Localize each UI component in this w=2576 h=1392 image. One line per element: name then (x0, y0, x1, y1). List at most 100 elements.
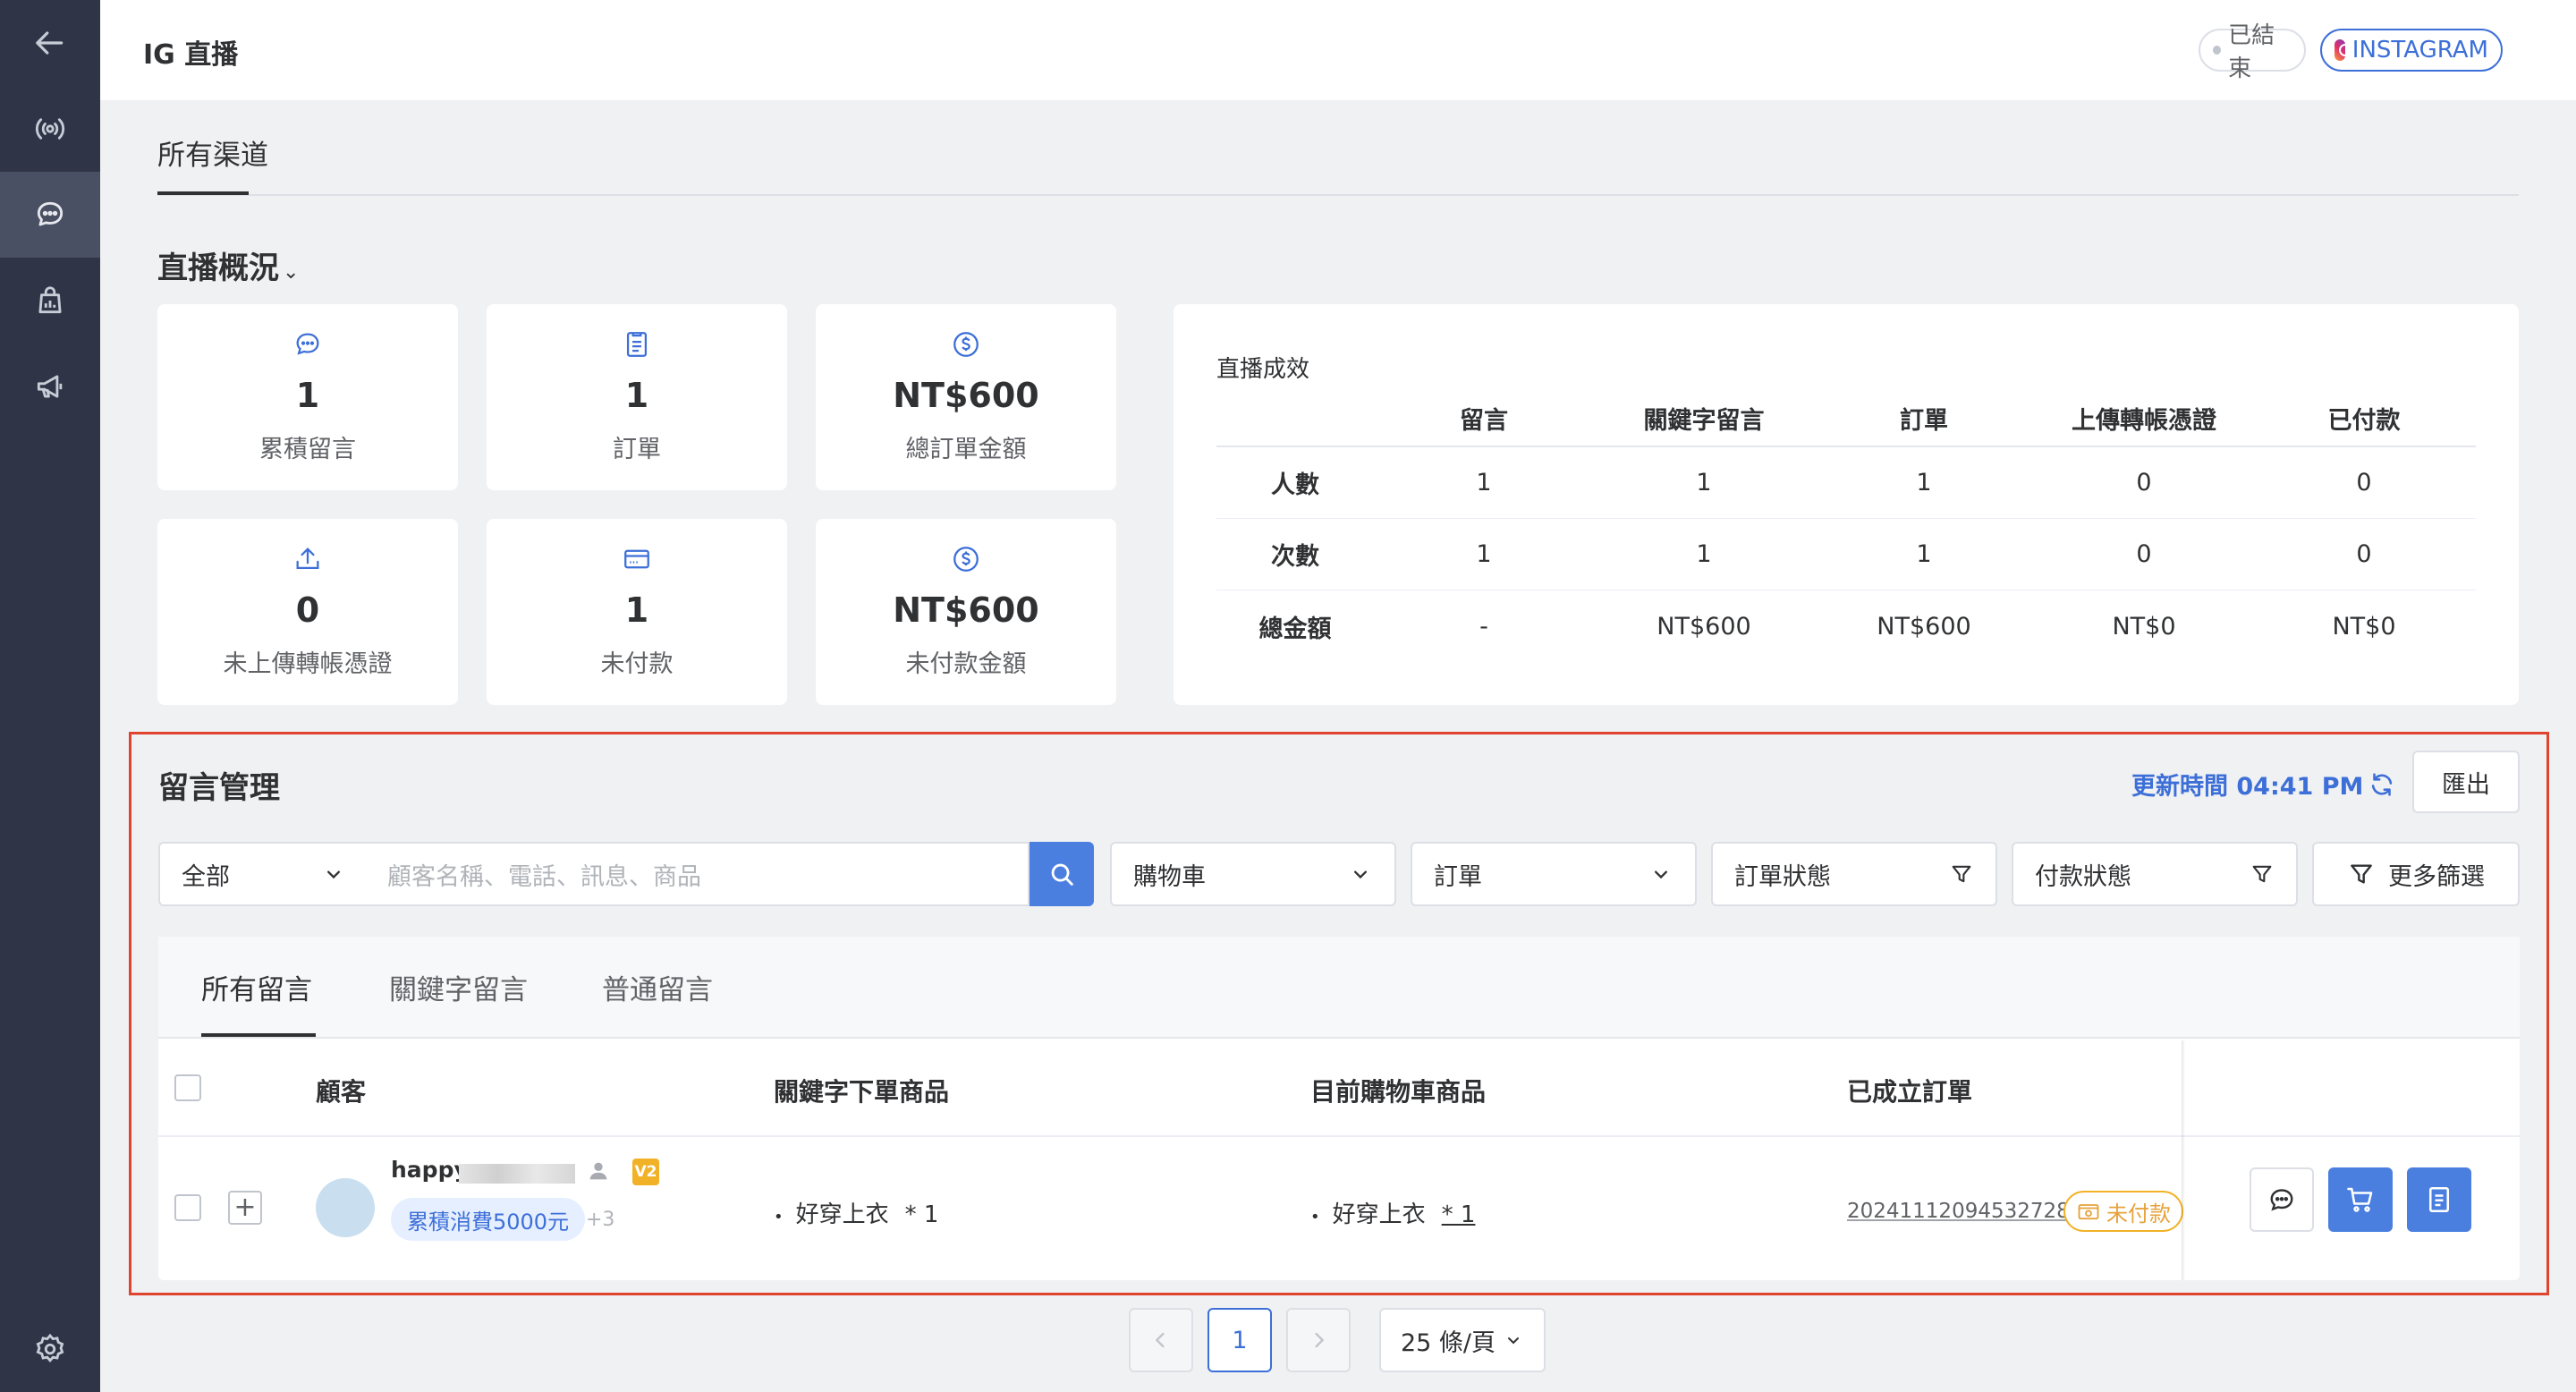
performance-cell: 0 (2356, 540, 2372, 568)
performance-title: 直播成效 (1216, 356, 1310, 383)
performance-row: 次數 1 1 1 0 0 (1216, 519, 2476, 590)
add-to-cart-button[interactable] (2328, 1167, 2393, 1232)
status-badge: 已結束 (2199, 22, 2306, 82)
performance-column-header: 訂單 (1900, 406, 1948, 435)
page-number-button[interactable]: 1 (1208, 1308, 1272, 1372)
cart-filter-select[interactable]: 購物車 (1110, 842, 1396, 906)
chevron-right-icon (1315, 1332, 1325, 1348)
tab-all-comments[interactable]: 所有留言 (201, 967, 312, 1007)
chevron-down-icon (1508, 1337, 1520, 1345)
payment-status-filter[interactable]: 付款狀態 (2012, 842, 2298, 906)
search-icon (1051, 863, 1073, 886)
column-header-customer: 顧客 (316, 1077, 367, 1107)
column-header-cart-items: 目前購物車商品 (1310, 1077, 1487, 1107)
gear-icon (36, 1333, 64, 1362)
sidebar-item-marketing[interactable] (0, 344, 100, 429)
shop-icon (38, 286, 62, 314)
performance-table: 留言 關鍵字留言 訂單 上傳轉帳憑證 已付款 人數 1 1 1 0 0 次數 1… (1216, 390, 2476, 662)
next-page-button[interactable] (1286, 1308, 1351, 1372)
performance-cell: 0 (2136, 540, 2152, 568)
stat-label: 累積留言 (259, 436, 356, 463)
page-size-select[interactable]: 25 條/頁 (1379, 1308, 1546, 1372)
payment-status-filter-label: 付款狀態 (2035, 862, 2131, 891)
performance-cell: NT$600 (1877, 612, 1971, 641)
table-header: 顧客 關鍵字下單商品 目前購物車商品 已成立訂單 (158, 1040, 2520, 1137)
sidebar-item-settings[interactable] (0, 1306, 100, 1392)
cart-item: • 好穿上衣 * 1 (1310, 1196, 1475, 1229)
chat-bubble-icon (37, 201, 64, 226)
chat-bubble-icon (2270, 1189, 2293, 1211)
scope-select-value: 全部 (182, 862, 230, 891)
stat-label: 未上傳轉帳憑證 (223, 650, 393, 678)
sidebar-item-live[interactable] (0, 86, 100, 172)
keyword-item: • 好穿上衣 * 1 (774, 1196, 938, 1229)
scope-select[interactable]: 全部 (158, 842, 369, 906)
search-input[interactable]: 顧客名稱、電話、訊息、商品 (368, 842, 1030, 906)
more-tags-count[interactable]: +3 (586, 1209, 614, 1231)
tab-keyword-comments[interactable]: 關鍵字留言 (389, 967, 528, 1007)
stat-card-orders: 1 訂單 (487, 304, 787, 490)
status-label: 已結束 (2228, 22, 2275, 82)
performance-column-header: 留言 (1460, 406, 1508, 435)
performance-row-label: 人數 (1271, 471, 1319, 499)
comment-tabs: 所有留言 關鍵字留言 普通留言 (158, 937, 2520, 1039)
broadcast-icon (35, 118, 65, 140)
order-number-link[interactable]: 20241112094532728 (1847, 1200, 2070, 1223)
reply-message-button[interactable] (2250, 1167, 2314, 1232)
stat-label: 未付款金額 (905, 650, 1027, 678)
more-filters-button[interactable]: 更多篩選 (2312, 842, 2520, 906)
channel-tab-indicator (157, 191, 249, 195)
performance-cell: 1 (1696, 540, 1712, 568)
expand-row-button[interactable]: + (228, 1191, 262, 1225)
megaphone-icon (37, 375, 63, 398)
clipboard-icon (626, 332, 648, 357)
performance-row-label: 總金額 (1258, 615, 1332, 643)
redacted-name-block (459, 1164, 575, 1184)
prev-page-button[interactable] (1129, 1308, 1193, 1372)
status-dot-icon (2213, 46, 2222, 55)
stat-value: 0 (295, 590, 320, 630)
performance-cell: 1 (1476, 540, 1492, 568)
order-status-filter[interactable]: 訂單狀態 (1711, 842, 1997, 906)
order-filter-select[interactable]: 訂單 (1411, 842, 1697, 906)
sidebar-item-shop[interactable] (0, 258, 100, 344)
chevron-down-icon: ⌄ (283, 261, 300, 284)
performance-cell: - (1479, 612, 1488, 641)
cart-item-qty[interactable]: * 1 (1442, 1201, 1476, 1228)
cart-filter-label: 購物車 (1133, 862, 1206, 891)
stat-label: 總訂單金額 (905, 436, 1027, 463)
comments-table-panel: 所有留言 關鍵字留言 普通留言 顧客 關鍵字下單商品 目前購物車商品 已成立訂單… (158, 937, 2520, 1280)
unpaid-wallet-icon (2078, 1204, 2099, 1220)
filter-icon (1952, 865, 1971, 883)
performance-cell: NT$0 (2112, 612, 2176, 641)
select-all-checkbox[interactable] (174, 1074, 201, 1101)
performance-cell: NT$600 (1657, 612, 1751, 641)
avatar (316, 1178, 375, 1237)
sidebar (0, 0, 100, 1392)
performance-cell: 1 (1696, 469, 1712, 497)
filter-icon (2252, 865, 2272, 883)
stat-value: 1 (624, 376, 649, 415)
stat-card-unuploaded-proof: 0 未上傳轉帳憑證 (157, 519, 458, 705)
row-checkbox[interactable] (174, 1194, 201, 1221)
filter-icon (2351, 864, 2372, 884)
search-button[interactable] (1030, 842, 1094, 906)
top-header: IG 直播 已結束 INSTAGRAM (100, 0, 2576, 100)
tab-normal-comments[interactable]: 普通留言 (602, 967, 713, 1007)
order-filter-label: 訂單 (1434, 862, 1482, 891)
back-button[interactable] (0, 0, 100, 86)
stat-value: NT$600 (893, 376, 1039, 415)
payment-status-label: 未付款 (2106, 1201, 2171, 1226)
overview-toggle[interactable]: 直播概況 ⌄ (157, 243, 299, 287)
refresh-button[interactable]: 更新時間 04:41 PM (2131, 767, 2397, 802)
upload-icon (296, 547, 319, 570)
bullet-icon: • (774, 1208, 784, 1226)
channel-tab-divider (157, 194, 2519, 196)
tab-all-channels[interactable]: 所有渠道 (157, 132, 268, 173)
export-button[interactable]: 匯出 (2412, 751, 2520, 813)
customer-name[interactable]: happy (391, 1157, 469, 1183)
sidebar-item-comments[interactable] (0, 172, 100, 258)
stat-card-comments: 1 累積留言 (157, 304, 458, 490)
create-order-button[interactable] (2407, 1167, 2471, 1232)
stat-value: 1 (624, 590, 649, 630)
